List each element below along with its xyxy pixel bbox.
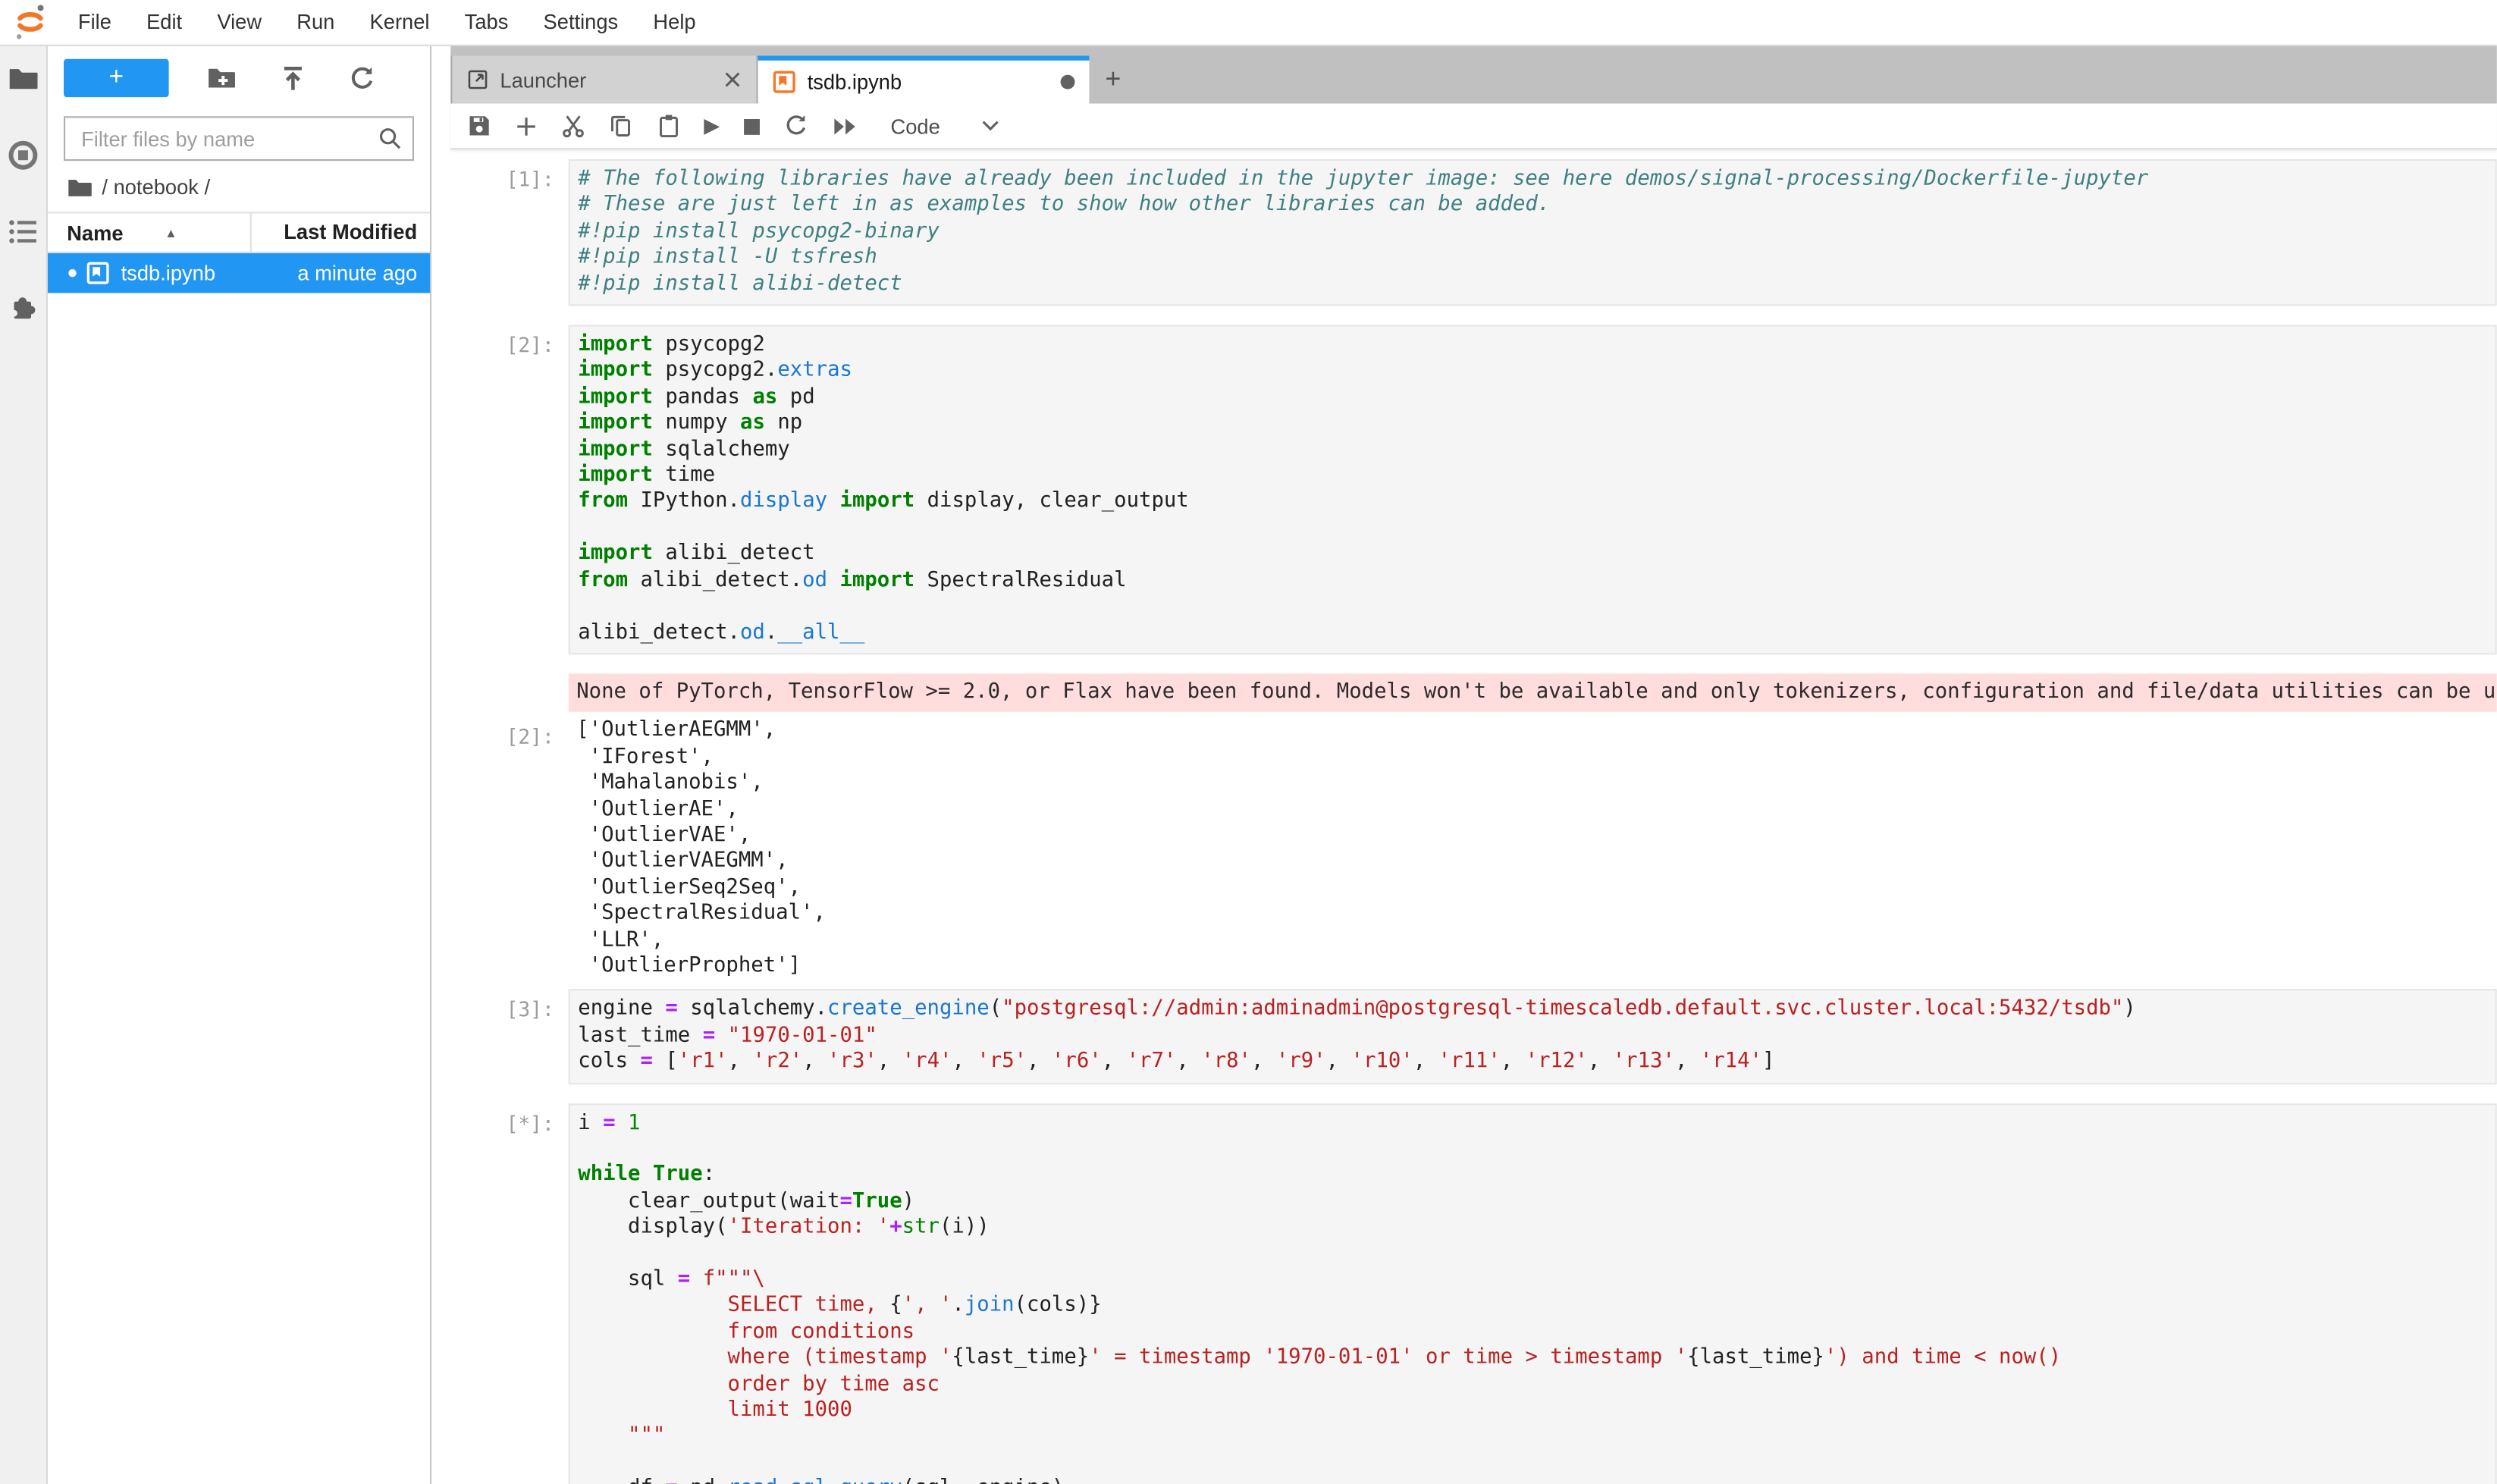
kernel-running-dot xyxy=(68,269,77,278)
menu-view[interactable]: View xyxy=(199,0,279,45)
panel-split-handle[interactable] xyxy=(431,46,450,1484)
launcher-icon xyxy=(466,68,488,90)
unsaved-changes-dot[interactable] xyxy=(1061,75,1075,89)
run-cell-icon[interactable]: ▶ xyxy=(704,115,720,136)
cell-editor[interactable]: # The following libraries have already b… xyxy=(569,159,2497,306)
insert-cell-icon[interactable] xyxy=(514,114,538,138)
file-listing-header: Name ▲ Last Modified xyxy=(48,212,430,253)
menu-file[interactable]: File xyxy=(61,0,129,45)
cell-editor[interactable]: import psycopg2 import psycopg2.extras i… xyxy=(569,325,2497,654)
notebook-file-icon xyxy=(86,261,110,285)
home-folder-icon xyxy=(67,176,93,198)
file-browser-panel: + xyxy=(48,46,431,1484)
output-prompt: [2]: xyxy=(450,717,568,982)
restart-kernel-icon[interactable] xyxy=(784,113,810,139)
menu-run[interactable]: Run xyxy=(279,0,352,45)
input-prompt: [3]: xyxy=(450,990,568,1084)
cell-editor[interactable]: i = 1 while True: clear_output(wait=True… xyxy=(569,1103,2497,1484)
code-cell-4-running[interactable]: [*]: i = 1 while True: clear_output(wait… xyxy=(450,1103,2496,1484)
file-browser-icon[interactable] xyxy=(8,65,39,93)
paste-cells-icon[interactable] xyxy=(656,113,682,139)
filter-files-input[interactable] xyxy=(78,125,378,152)
file-name: tsdb.ipynb xyxy=(121,261,252,285)
execute-result-text: ['OutlierAEGMM', 'IForest', 'Mahalanobis… xyxy=(569,717,2497,982)
copy-cells-icon[interactable] xyxy=(608,113,634,139)
new-folder-button[interactable] xyxy=(202,65,240,91)
interrupt-kernel-icon[interactable]: ■ xyxy=(742,115,762,136)
input-prompt: [2]: xyxy=(450,325,568,654)
tab-tsdb-ipynb[interactable]: tsdb.ipynb xyxy=(758,56,1090,104)
tab-label: tsdb.ipynb xyxy=(808,70,902,94)
restart-run-all-icon[interactable] xyxy=(832,115,859,136)
sort-ascending-icon: ▲ xyxy=(165,225,177,240)
code-cell-1[interactable]: [1]: # The following libraries have alre… xyxy=(450,159,2496,306)
cut-cells-icon[interactable] xyxy=(560,113,586,139)
code-cell-2[interactable]: [2]: import psycopg2 import psycopg2.ext… xyxy=(450,325,2496,654)
column-header-last-modified[interactable]: Last Modified xyxy=(250,213,430,251)
notebook-icon xyxy=(772,70,796,94)
menu-bar: File Edit View Run Kernel Tabs Settings … xyxy=(0,0,2497,46)
tab-launcher[interactable]: Launcher xyxy=(450,56,758,104)
file-browser-toolbar: + xyxy=(48,46,430,107)
file-modified: a minute ago xyxy=(252,261,430,285)
search-icon xyxy=(378,126,403,152)
tab-label: Launcher xyxy=(500,67,586,92)
menu-kernel[interactable]: Kernel xyxy=(352,0,447,45)
cell-editor[interactable]: engine = sqlalchemy.create_engine("postg… xyxy=(569,990,2497,1084)
menu-tabs[interactable]: Tabs xyxy=(447,0,526,45)
stderr-output-row: None of PyTorch, TensorFlow >= 2.0, or F… xyxy=(450,673,2496,712)
tab-bar: Launcher tsdb.ipynb + xyxy=(450,46,2496,104)
input-prompt: [*]: xyxy=(450,1103,568,1484)
save-icon[interactable] xyxy=(466,113,492,139)
new-tab-button[interactable]: + xyxy=(1089,56,1137,104)
breadcrumb-path: / notebook / xyxy=(102,175,210,199)
file-row-tsdb-ipynb[interactable]: tsdb.ipynb a minute ago xyxy=(48,253,430,293)
cell-type-dropdown[interactable]: Code xyxy=(891,114,1001,138)
activity-bar xyxy=(0,46,48,1484)
new-launcher-button[interactable]: + xyxy=(64,59,169,97)
chevron-down-icon xyxy=(981,120,1000,133)
close-icon[interactable] xyxy=(723,70,742,89)
stderr-warning: None of PyTorch, TensorFlow >= 2.0, or F… xyxy=(569,673,2497,712)
notebook-area: [1]: # The following libraries have alre… xyxy=(450,149,2496,1484)
running-sessions-icon[interactable] xyxy=(8,140,39,171)
column-header-name[interactable]: Name ▲ xyxy=(48,221,250,245)
upload-button[interactable] xyxy=(274,64,309,92)
code-cell-3[interactable]: [3]: engine = sqlalchemy.create_engine("… xyxy=(450,990,2496,1084)
breadcrumb[interactable]: / notebook / xyxy=(48,161,430,212)
input-prompt: [1]: xyxy=(450,159,568,306)
cell-type-value: Code xyxy=(891,114,940,138)
menu-settings[interactable]: Settings xyxy=(525,0,635,45)
filter-files-box xyxy=(64,116,414,161)
notebook-toolbar: ▶ ■ Code xyxy=(450,104,2496,150)
jupyterlab-window: File Edit View Run Kernel Tabs Settings … xyxy=(0,0,2497,1484)
menu-help[interactable]: Help xyxy=(635,0,713,45)
refresh-button[interactable] xyxy=(343,64,380,92)
jupyter-logo-icon xyxy=(13,3,48,41)
table-of-contents-icon[interactable] xyxy=(8,218,39,246)
menu-edit[interactable]: Edit xyxy=(129,0,199,45)
main-dock-panel: Launcher tsdb.ipynb + xyxy=(450,46,2496,1484)
execute-result-row: [2]: ['OutlierAEGMM', 'IForest', 'Mahala… xyxy=(450,717,2496,982)
extensions-icon[interactable] xyxy=(8,293,39,323)
